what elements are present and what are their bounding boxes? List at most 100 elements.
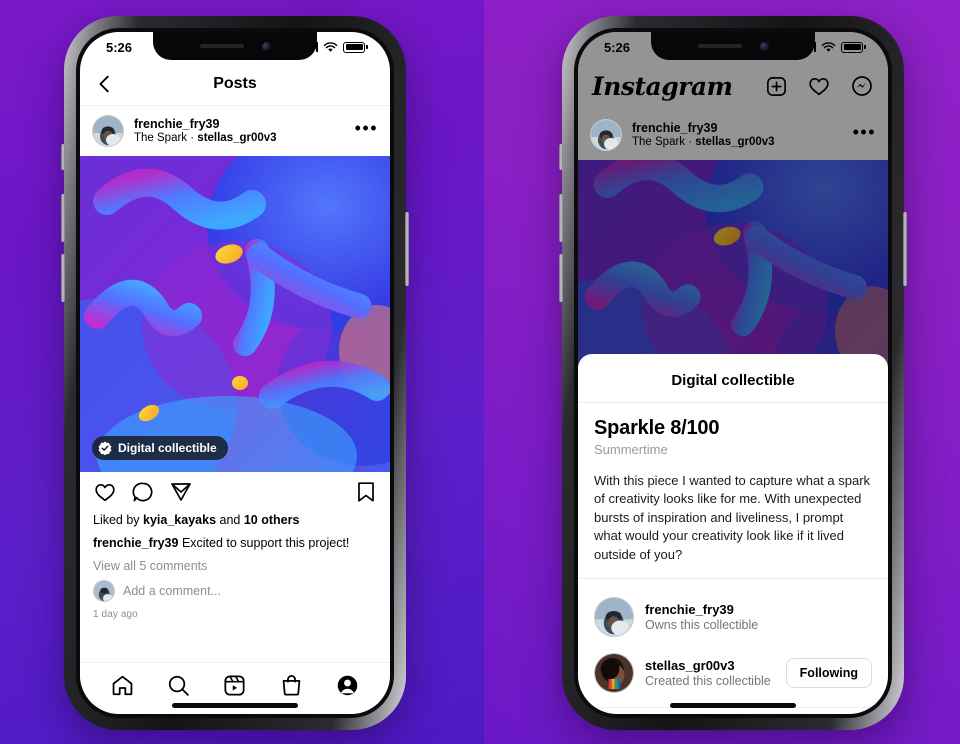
front-camera-icon	[261, 41, 271, 51]
post-username[interactable]: frenchie_fry39	[134, 117, 277, 131]
header-actions	[765, 74, 874, 98]
likes-prefix: Liked by	[93, 513, 144, 527]
artwork-image	[80, 156, 390, 472]
subtitle-separator: ·	[685, 136, 696, 149]
post-author-info: frenchie_fry39 The Spark · stellas_gr00v…	[632, 121, 775, 150]
phone-screen-left: 5:26 Posts frenchie_fry39 The Spark · st…	[80, 32, 390, 714]
list-item[interactable]: stellas_gr00v3 Created this collectible …	[594, 645, 872, 701]
collectible-people-list: frenchie_fry39 Owns this collectible ste…	[578, 578, 888, 701]
collectible-title: Sparkle 8/100	[594, 417, 720, 439]
sheet-title: Digital collectible	[578, 361, 888, 403]
following-button[interactable]: Following	[785, 658, 872, 689]
status-time: 5:26	[106, 39, 133, 55]
post-artwork[interactable]: Digital collectible	[80, 156, 390, 472]
likes-summary: Liked by kyia_kayaks and 10 others	[93, 512, 377, 528]
likes-username[interactable]: kyia_kayaks	[143, 513, 216, 527]
notch	[153, 32, 317, 60]
post-username[interactable]: frenchie_fry39	[632, 121, 775, 135]
avatar[interactable]	[92, 115, 124, 147]
post-action-bar	[80, 472, 390, 512]
person-info: frenchie_fry39 Owns this collectible	[645, 602, 758, 632]
phone-mockup-right: 5:26 Instagram frenchie_fry39 The Spark …	[559, 16, 907, 730]
collectible-description: With this piece I wanted to capture what…	[594, 473, 871, 562]
home-indicator	[172, 703, 298, 708]
heart-icon[interactable]	[807, 74, 831, 98]
likes-count[interactable]: 10 others	[244, 513, 300, 527]
person-username[interactable]: frenchie_fry39	[645, 602, 758, 617]
current-user-avatar	[93, 579, 115, 602]
post-subtitle: The Spark · stellas_gr00v3	[632, 136, 775, 149]
post-timestamp: 1 day ago	[93, 608, 138, 620]
phone-bezel-left: 5:26 Posts frenchie_fry39 The Spark · st…	[76, 28, 394, 718]
post-collection-name: The Spark	[134, 132, 188, 145]
volume-up-button[interactable]	[559, 194, 563, 242]
add-post-icon[interactable]	[765, 75, 788, 98]
digital-collectible-sheet: Digital collectible Sparkle 8/100 Summer…	[578, 354, 888, 714]
volume-down-button[interactable]	[559, 254, 563, 302]
avatar[interactable]	[594, 597, 634, 638]
instagram-header: Instagram	[578, 62, 888, 110]
page-title: Posts	[213, 74, 257, 92]
home-indicator	[670, 703, 796, 708]
volume-down-button[interactable]	[61, 254, 65, 302]
phone-screen-right: 5:26 Instagram frenchie_fry39 The Spark …	[578, 32, 888, 714]
post-caption: frenchie_fry39 Excited to support this p…	[93, 535, 377, 551]
wifi-icon	[822, 41, 836, 52]
battery-icon	[343, 41, 368, 53]
post-collection-name: The Spark	[632, 136, 686, 149]
bookmark-icon[interactable]	[355, 480, 377, 504]
post-meta: Liked by kyia_kayaks and 10 others frenc…	[80, 512, 390, 620]
avatar[interactable]	[594, 653, 634, 694]
subtitle-separator: ·	[187, 132, 198, 145]
profile-avatar-icon[interactable]	[335, 673, 360, 698]
caption-username[interactable]: frenchie_fry39	[93, 536, 178, 550]
collectible-subtitle: Summertime	[594, 442, 668, 457]
comment-icon[interactable]	[131, 480, 155, 504]
likes-middle: and	[216, 513, 244, 527]
navigation-bar: Posts	[80, 62, 390, 106]
add-comment-placeholder[interactable]: Add a comment...	[123, 584, 221, 598]
post-creator-name[interactable]: stellas_gr00v3	[197, 132, 276, 144]
list-item[interactable]: frenchie_fry39 Owns this collectible	[594, 589, 872, 645]
status-badge[interactable]: Digital collectible	[92, 436, 228, 460]
view-all-comments-link[interactable]: View all 5 comments	[93, 559, 377, 573]
back-chevron-icon[interactable]	[94, 73, 116, 95]
nft-disclaimer: This collectible is an NFT on the Ethere…	[578, 707, 888, 714]
heart-icon[interactable]	[93, 480, 117, 504]
more-options-icon[interactable]: •••	[853, 123, 876, 141]
phone-mockup-left: 5:26 Posts frenchie_fry39 The Spark · st…	[61, 16, 409, 730]
person-role: Created this collectible	[645, 674, 771, 689]
front-camera-icon	[759, 41, 769, 51]
search-icon[interactable]	[166, 673, 191, 698]
share-paper-plane-icon[interactable]	[169, 480, 193, 504]
avatar[interactable]	[590, 119, 622, 151]
badge-label: Digital collectible	[118, 441, 217, 455]
caption-text: Excited to support this project!	[178, 536, 350, 551]
home-icon[interactable]	[110, 673, 135, 698]
reels-icon[interactable]	[222, 673, 247, 698]
more-options-icon[interactable]: •••	[355, 119, 378, 137]
instagram-logo: Instagram	[592, 71, 733, 101]
shop-bag-icon[interactable]	[279, 673, 304, 698]
power-button[interactable]	[903, 212, 907, 286]
post-subtitle: The Spark · stellas_gr00v3	[134, 132, 277, 145]
phone-bezel-right: 5:26 Instagram frenchie_fry39 The Spark …	[574, 28, 892, 718]
post-header-right: frenchie_fry39 The Spark · stellas_gr00v…	[578, 110, 888, 160]
volume-up-button[interactable]	[61, 194, 65, 242]
earpiece-speaker-icon	[697, 44, 742, 48]
mute-switch[interactable]	[61, 144, 65, 170]
person-username[interactable]: stellas_gr00v3	[645, 658, 771, 673]
add-comment-row[interactable]: Add a comment...	[93, 579, 377, 602]
status-time: 5:26	[604, 39, 631, 55]
notch	[651, 32, 815, 60]
verified-check-icon	[98, 441, 112, 455]
wifi-icon	[324, 41, 338, 52]
battery-icon	[841, 41, 866, 53]
messenger-icon[interactable]	[850, 74, 874, 98]
person-info: stellas_gr00v3 Created this collectible	[645, 658, 771, 688]
sheet-body: Sparkle 8/100 Summertime With this piece…	[578, 403, 888, 564]
post-creator-name[interactable]: stellas_gr00v3	[695, 136, 774, 148]
power-button[interactable]	[405, 212, 409, 286]
earpiece-speaker-icon	[199, 44, 244, 48]
mute-switch[interactable]	[559, 144, 563, 170]
